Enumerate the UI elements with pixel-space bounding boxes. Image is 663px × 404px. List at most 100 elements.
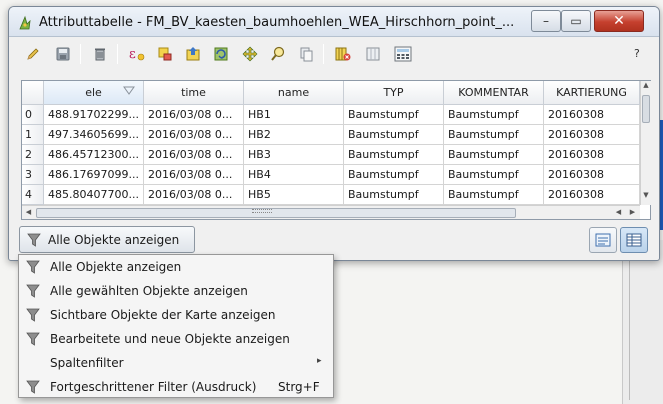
- maximize-button[interactable]: ▭: [561, 10, 591, 32]
- table-cell[interactable]: 2016/03/08 0...: [144, 145, 244, 165]
- table-cell[interactable]: 2016/03/08 0...: [144, 165, 244, 185]
- menu-item-column-filter[interactable]: Spaltenfilter ▸: [19, 351, 333, 375]
- zoom-to-selection-icon[interactable]: [268, 44, 288, 64]
- table-cell[interactable]: 2016/03/08 0...: [144, 185, 244, 205]
- move-selection-top-icon[interactable]: [183, 44, 203, 64]
- invert-selection-icon[interactable]: [211, 44, 231, 64]
- table-cell[interactable]: 486.17697099...: [44, 165, 144, 185]
- table-cell[interactable]: Baumstumpf: [444, 145, 544, 165]
- save-icon[interactable]: [53, 44, 73, 64]
- pan-to-selection-icon[interactable]: [240, 44, 260, 64]
- title-bar[interactable]: Attributtabelle - FM_BV_kaesten_baumhoeh…: [9, 7, 659, 37]
- table-cell[interactable]: 20160308: [544, 105, 640, 125]
- table-cell[interactable]: HB3: [244, 145, 344, 165]
- column-header-label: KOMMENTAR: [458, 86, 529, 99]
- pencil-icon[interactable]: [23, 44, 43, 64]
- column-header-kartierung[interactable]: KARTIERUNG: [544, 81, 640, 105]
- filter-funnel-icon: [26, 380, 40, 394]
- delete-icon[interactable]: [90, 44, 110, 64]
- table-cell[interactable]: 20160308: [544, 125, 640, 145]
- column-header-label: TYP: [383, 86, 404, 99]
- menu-item-label: Sichtbare Objekte der Karte anzeigen: [50, 308, 276, 322]
- table-cell[interactable]: 20160308: [544, 145, 640, 165]
- qgis-app-icon: [19, 15, 31, 30]
- table-cell[interactable]: 20160308: [544, 165, 640, 185]
- copy-rows-icon[interactable]: [296, 44, 316, 64]
- menu-item-label: Alle Objekte anzeigen: [50, 260, 182, 274]
- table-cell[interactable]: 497.34605699...: [44, 125, 144, 145]
- scroll-down-arrow-icon[interactable]: ▼: [641, 191, 651, 203]
- menu-item-label: Bearbeitete und neue Objekte anzeigen: [50, 332, 290, 346]
- table-cell[interactable]: Baumstumpf: [444, 125, 544, 145]
- help-button[interactable]: ?: [634, 47, 640, 60]
- row-header[interactable]: 2: [22, 145, 44, 165]
- deselect-icon[interactable]: [155, 44, 175, 64]
- row-header[interactable]: 0: [22, 105, 44, 125]
- scroll-up-arrow-icon[interactable]: ▲: [641, 81, 651, 93]
- menu-item-label: Alle gewählten Objekte anzeigen: [50, 284, 248, 298]
- table-cell[interactable]: 485.80407700...: [44, 185, 144, 205]
- close-button[interactable]: ✕: [594, 10, 644, 32]
- table-cell[interactable]: Baumstumpf: [344, 125, 444, 145]
- minimize-button[interactable]: –: [531, 10, 561, 32]
- scroll-right-arrow-icon[interactable]: ◀: [612, 206, 625, 219]
- svg-text:ε: ε: [129, 47, 136, 62]
- column-header-time[interactable]: time: [144, 81, 244, 105]
- form-view-button[interactable]: [589, 227, 617, 253]
- menu-item-show-all[interactable]: Alle Objekte anzeigen: [19, 255, 333, 279]
- attribute-table[interactable]: ele time name TYP KOMMENTAR KARTIERUNG 0…: [21, 80, 651, 220]
- scroll-grip: [252, 209, 272, 213]
- table-cell[interactable]: HB4: [244, 165, 344, 185]
- column-header-label: KARTIERUNG: [556, 86, 627, 99]
- column-header-typ[interactable]: TYP: [344, 81, 444, 105]
- menu-item-show-edited-and-new[interactable]: Bearbeitete und neue Objekte anzeigen: [19, 327, 333, 351]
- table-view-button[interactable]: [620, 227, 648, 253]
- row-header[interactable]: 3: [22, 165, 44, 185]
- attribute-table-window: Attributtabelle - FM_BV_kaesten_baumhoeh…: [8, 6, 660, 261]
- menu-item-show-visible-on-map[interactable]: Sichtbare Objekte der Karte anzeigen: [19, 303, 333, 327]
- column-header-name[interactable]: name: [244, 81, 344, 105]
- table-cell[interactable]: Baumstumpf: [344, 145, 444, 165]
- horizontal-scrollbar[interactable]: ◀ ◀ ▶: [22, 205, 640, 219]
- column-header-label: name: [277, 86, 310, 99]
- table-cell[interactable]: Baumstumpf: [444, 185, 544, 205]
- table-view-icon: [626, 233, 642, 247]
- submenu-arrow-icon: ▸: [317, 356, 322, 366]
- expression-select-icon[interactable]: ε: [127, 44, 147, 64]
- corner-header[interactable]: [22, 81, 44, 105]
- scroll-right-arrow-icon[interactable]: ▶: [626, 206, 639, 219]
- table-cell[interactable]: Baumstumpf: [344, 165, 444, 185]
- table-cell[interactable]: HB1: [244, 105, 344, 125]
- menu-item-show-selected[interactable]: Alle gewählten Objekte anzeigen: [19, 279, 333, 303]
- row-header[interactable]: 1: [22, 125, 44, 145]
- scroll-left-arrow-icon[interactable]: ◀: [22, 206, 35, 219]
- row-header[interactable]: 4: [22, 185, 44, 205]
- horizontal-scroll-thumb[interactable]: [36, 208, 516, 218]
- vertical-scrollbar[interactable]: ▲ ▼: [640, 81, 651, 205]
- menu-item-label: Fortgeschrittener Filter (Ausdruck): [50, 380, 257, 394]
- column-header-label: time: [181, 86, 206, 99]
- table-cell[interactable]: 2016/03/08 0...: [144, 125, 244, 145]
- new-column-icon[interactable]: [363, 44, 383, 64]
- vertical-scroll-thumb[interactable]: [642, 95, 650, 123]
- column-header-kommentar[interactable]: KOMMENTAR: [444, 81, 544, 105]
- table-cell[interactable]: 488.91702299...: [44, 105, 144, 125]
- column-header-ele[interactable]: ele: [44, 81, 144, 105]
- menu-item-advanced-filter[interactable]: Fortgeschrittener Filter (Ausdruck) Strg…: [19, 375, 333, 399]
- table-cell[interactable]: Baumstumpf: [344, 105, 444, 125]
- delete-column-icon[interactable]: [333, 44, 353, 64]
- field-calculator-icon[interactable]: [393, 44, 413, 64]
- attribute-toolbar: ε ?: [9, 38, 659, 70]
- window-title: Attributtabelle - FM_BV_kaesten_baumhoeh…: [39, 15, 515, 30]
- table-cell[interactable]: 2016/03/08 0...: [144, 105, 244, 125]
- filter-mode-label: Alle Objekte anzeigen: [48, 232, 180, 247]
- filter-dropdown-menu: Alle Objekte anzeigen Alle gewählten Obj…: [18, 254, 334, 398]
- table-cell[interactable]: Baumstumpf: [444, 105, 544, 125]
- table-cell[interactable]: 20160308: [544, 185, 640, 205]
- filter-mode-button[interactable]: Alle Objekte anzeigen: [19, 226, 195, 253]
- table-cell[interactable]: Baumstumpf: [444, 165, 544, 185]
- table-cell[interactable]: 486.45712300...: [44, 145, 144, 165]
- table-cell[interactable]: HB2: [244, 125, 344, 145]
- table-cell[interactable]: Baumstumpf: [344, 185, 444, 205]
- table-cell[interactable]: HB5: [244, 185, 344, 205]
